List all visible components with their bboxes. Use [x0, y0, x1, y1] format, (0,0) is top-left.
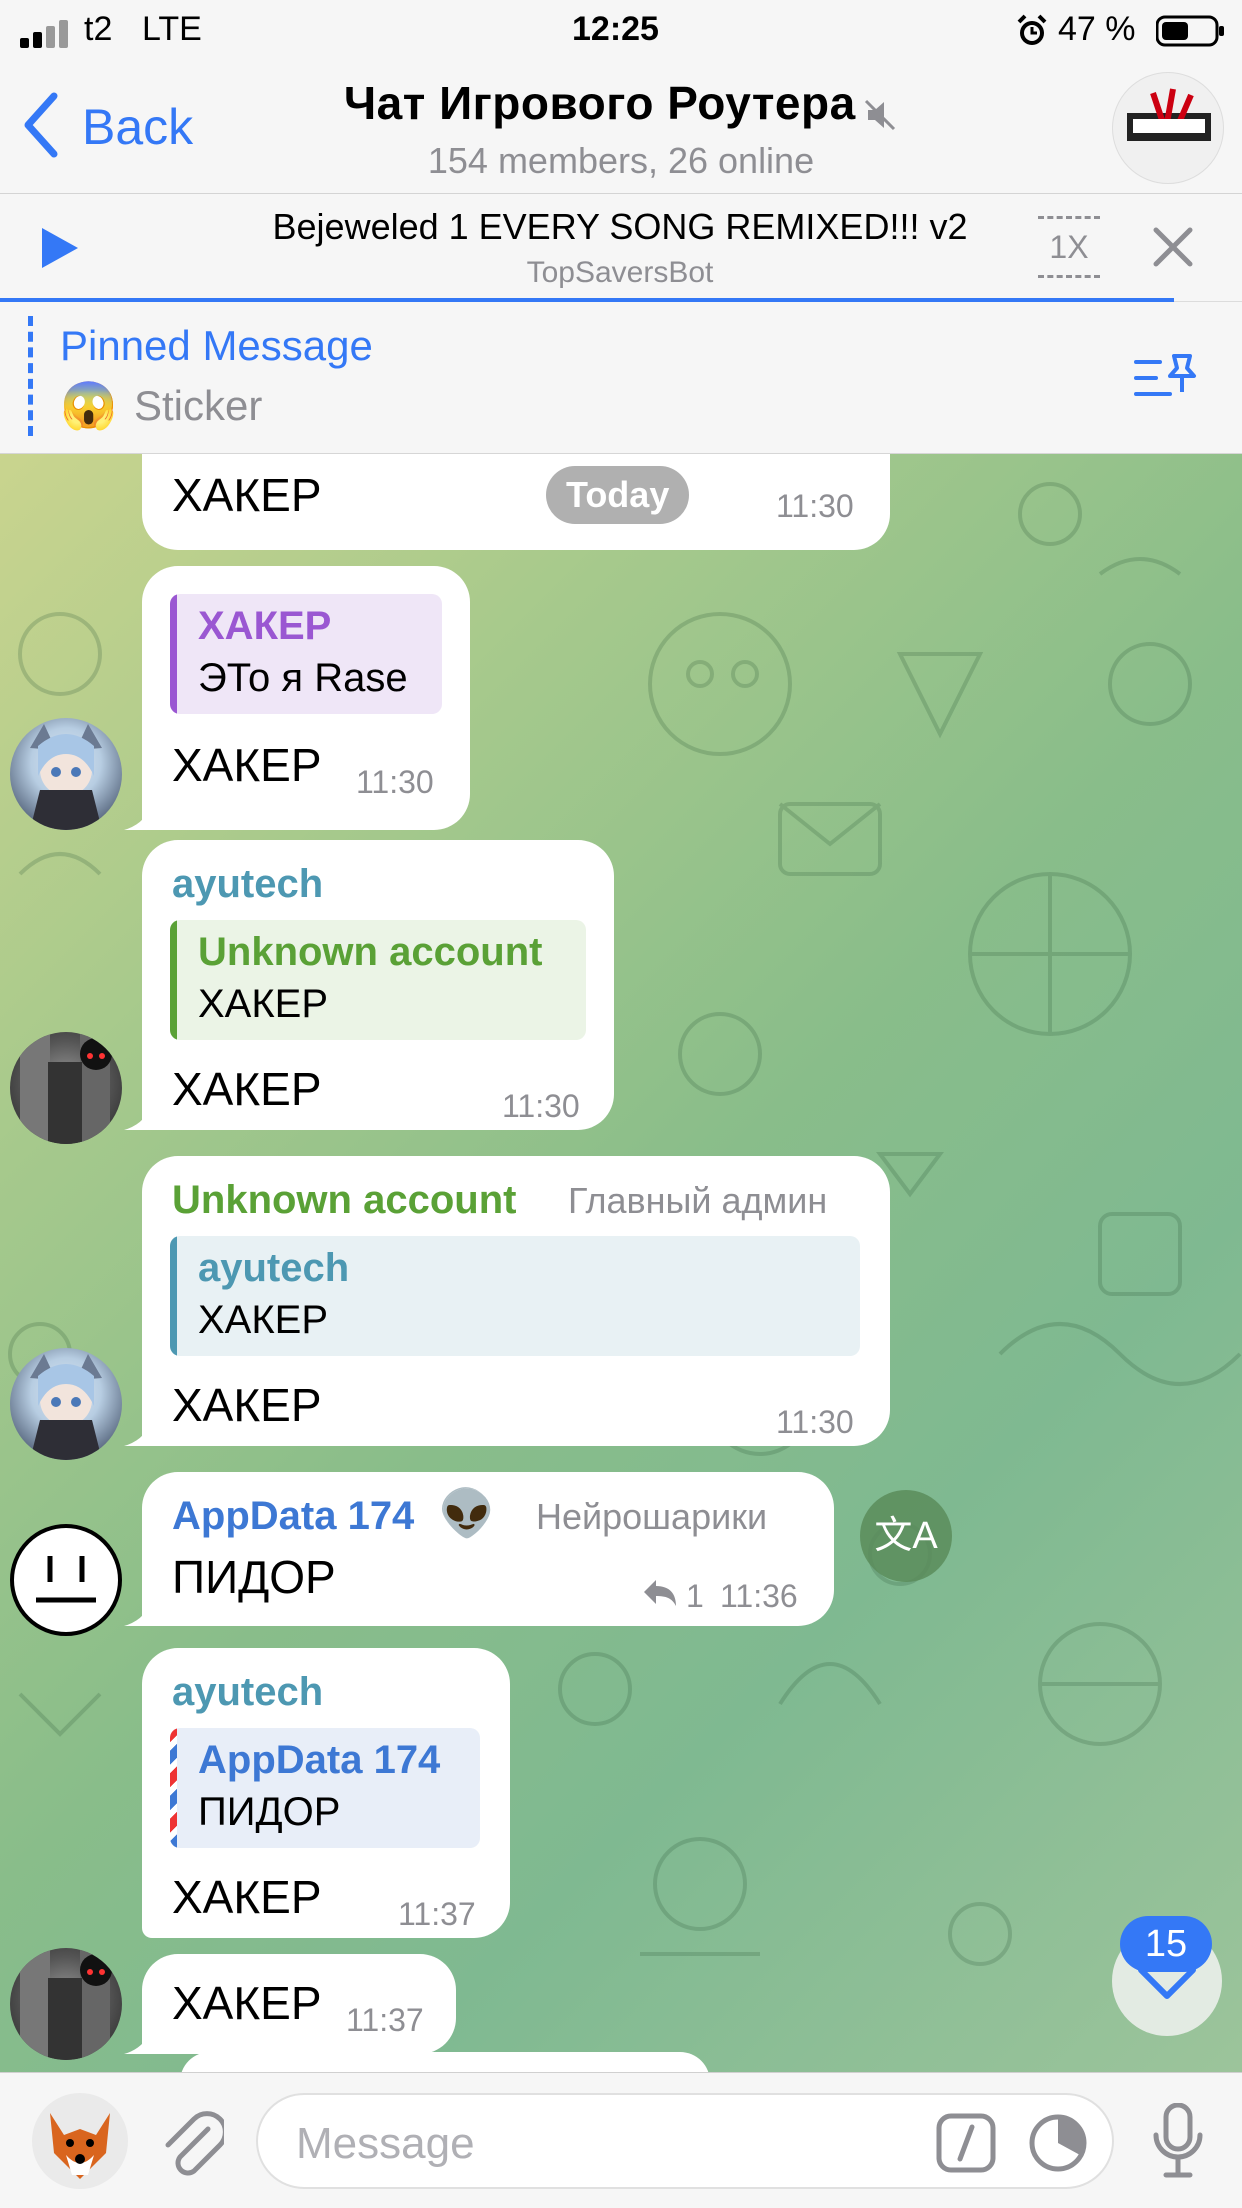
reply-text: ЭТо я Rase: [198, 656, 408, 700]
clock: 12:25: [572, 10, 659, 48]
message-bubble[interactable]: [180, 2052, 710, 2072]
message-bubble[interactable]: ХАКЕР 11:37: [142, 1954, 456, 2054]
bubble-tail: [124, 1100, 154, 1130]
chat-title: Чат Игрового Роутера: [343, 77, 856, 129]
message-text: ХАКЕР: [172, 1379, 322, 1431]
message-bubble[interactable]: ХАКЕР Today 11:30: [142, 454, 890, 550]
pin-list-icon[interactable]: [1134, 352, 1198, 402]
reply-preview[interactable]: ayutech ХАКЕР: [170, 1236, 860, 1356]
carrier-name: t2: [84, 10, 113, 48]
back-label: Back: [82, 99, 194, 155]
message-placeholder: Message: [296, 2119, 475, 2168]
reply-sender: AppData 174: [198, 1738, 441, 1782]
sender-name[interactable]: Unknown account: [172, 1178, 516, 1223]
unread-count: 15: [1144, 1923, 1188, 1965]
message-bubble[interactable]: Unknown account Главный админ ayutech ХА…: [142, 1156, 890, 1446]
pinned-emoji: 😱: [60, 379, 118, 431]
group-avatar[interactable]: [1112, 72, 1224, 184]
bubble-tail: [124, 2024, 154, 2054]
reply-text: ХАКЕР: [198, 1298, 329, 1342]
message-time: 11:37: [346, 2002, 424, 2038]
message-text: ХАКЕР: [172, 739, 322, 791]
reply-sender: ayutech: [198, 1246, 350, 1290]
pinned-indicator: [28, 316, 34, 436]
battery-icon: [1155, 14, 1226, 48]
chat-title-area[interactable]: Чат Игрового Роутера 154 members, 26 onl…: [250, 76, 992, 186]
bubble-tail: [124, 1416, 154, 1446]
message-bubble[interactable]: ХАКЕР ЭТо я Rase ХАКЕР 11:30: [142, 566, 470, 830]
translate-button[interactable]: 文A: [860, 1490, 952, 1582]
fox-icon: [50, 2113, 110, 2179]
reply-arrow-icon: [644, 1580, 676, 1606]
track-subtitle: TopSaversBot: [526, 256, 714, 289]
message-text: ХАКЕР: [172, 1871, 322, 1923]
reply-preview[interactable]: Unknown account ХАКЕР: [170, 920, 586, 1040]
chat-subtitle: 154 members, 26 online: [427, 139, 815, 181]
avatar[interactable]: [10, 1348, 122, 1460]
status-bar: t2 LTE 12:25 47 %: [0, 0, 1242, 62]
message-text: ПИДОР: [172, 1551, 336, 1603]
back-button[interactable]: Back: [18, 90, 218, 160]
bubble-tail: [124, 800, 154, 830]
reply-text: ХАКЕР: [198, 982, 329, 1026]
message-input[interactable]: Message: [256, 2093, 1114, 2189]
reply-text: ПИДОР: [198, 1790, 341, 1834]
signal-icon: [20, 18, 76, 48]
message-time: 11:30: [502, 1088, 580, 1124]
audio-player-bar: Bejeweled 1 EVERY SONG REMIXED!!! v2 Top…: [0, 194, 1242, 303]
message-text: ХАКЕР: [172, 1063, 322, 1115]
member-tag: Нейрошарики: [536, 1496, 768, 1537]
chat-header: Back Чат Игрового Роутера 154 members, 2…: [0, 62, 1242, 194]
bubble-tail: [124, 1596, 154, 1626]
message-time: 11:30: [356, 764, 434, 800]
track-title[interactable]: Bejeweled 1 EVERY SONG REMIXED!!! v2: [200, 206, 1040, 248]
muted-icon: [865, 99, 896, 130]
reply-count[interactable]: 1: [686, 1578, 704, 1615]
battery-percent: 47 %: [1058, 10, 1136, 48]
message-bubble[interactable]: ayutech Unknown account ХАКЕР ХАКЕР 11:3…: [142, 840, 614, 1130]
message-time: 11:30: [776, 1404, 854, 1440]
pinned-label: Pinned Message: [60, 322, 373, 369]
microphone-icon[interactable]: [1152, 2103, 1204, 2179]
message-bubble[interactable]: ayutech AppData 174 ПИДОР ХАКЕР 11:37: [142, 1648, 510, 1938]
sender-name[interactable]: ayutech: [172, 862, 323, 907]
avatar[interactable]: [10, 718, 122, 830]
sticker-avatar-button[interactable]: [32, 2093, 128, 2189]
pinned-text: Sticker: [134, 382, 263, 429]
avatar[interactable]: [10, 1948, 122, 2060]
reply-sender: Unknown account: [198, 930, 543, 974]
message-text: ХАКЕР: [172, 469, 322, 521]
message-bubble[interactable]: AppData 174 👽 Нейрошарики ПИДОР 1 11:36: [142, 1472, 834, 1626]
close-icon[interactable]: [1152, 226, 1194, 268]
message-text: ХАКЕР: [172, 1977, 322, 2029]
sender-name[interactable]: ayutech: [172, 1670, 323, 1715]
chat-messages-area[interactable]: ХАКЕР Today 11:30 ХАКЕР ЭТо я Rase ХАКЕР…: [0, 454, 1242, 2072]
pinned-message-bar[interactable]: Pinned Message 😱 Sticker: [0, 302, 1242, 454]
attachment-icon[interactable]: [160, 2109, 224, 2179]
commands-icon[interactable]: [936, 2113, 996, 2173]
sender-name[interactable]: AppData 174: [172, 1494, 414, 1539]
timer-icon[interactable]: [1028, 2113, 1088, 2173]
reply-sender: ХАКЕР: [198, 604, 332, 648]
date-badge: Today: [546, 466, 690, 524]
unread-badge: 15: [1120, 1916, 1212, 1972]
speed-label: 1X: [1049, 229, 1089, 265]
chevron-left-icon: [24, 92, 58, 158]
network-type: LTE: [142, 10, 202, 48]
reply-preview[interactable]: ХАКЕР ЭТо я Rase: [170, 594, 442, 714]
message-time: 11:37: [398, 1896, 476, 1932]
avatar[interactable]: [10, 1524, 122, 1636]
avatar[interactable]: [10, 1032, 122, 1144]
playback-speed-button[interactable]: 1X: [1038, 216, 1100, 278]
alien-emoji-icon: 👽: [438, 1487, 496, 1539]
admin-badge: Главный админ: [568, 1180, 828, 1221]
reply-preview[interactable]: AppData 174 ПИДОР: [170, 1728, 480, 1848]
message-time: 11:30: [776, 488, 854, 524]
translate-icon: 文A: [874, 1515, 938, 1557]
alarm-icon: [1016, 14, 1048, 48]
message-time: 11:36: [720, 1578, 798, 1614]
play-icon[interactable]: [38, 224, 82, 272]
message-input-bar: Message: [0, 2072, 1242, 2208]
